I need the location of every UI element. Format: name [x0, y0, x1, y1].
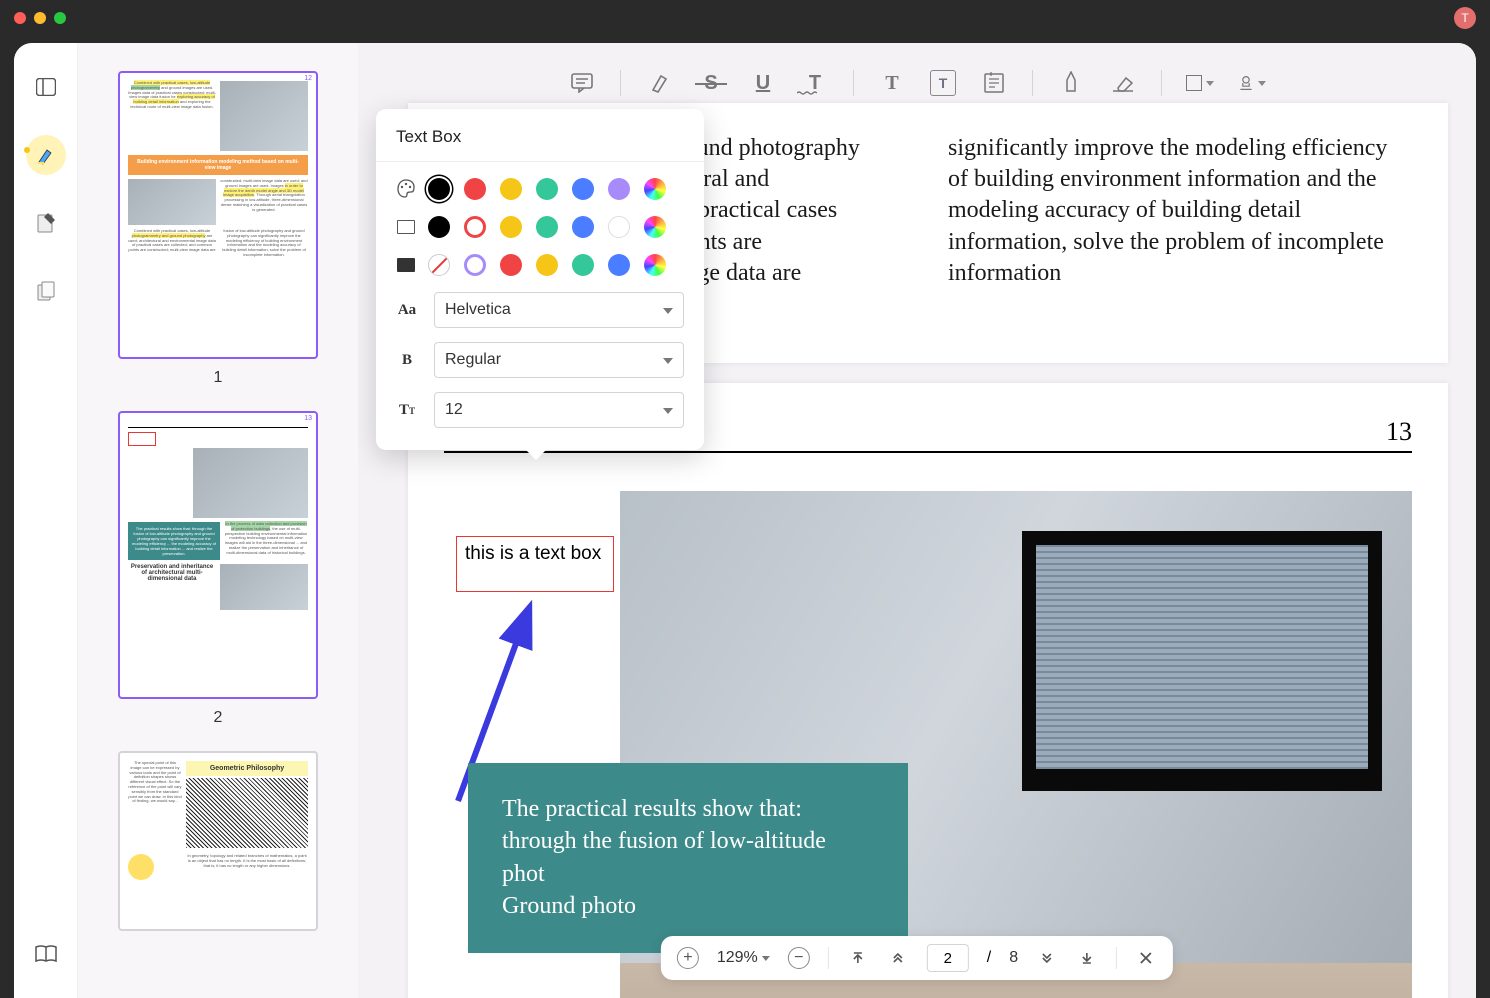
- user-avatar[interactable]: T: [1454, 7, 1476, 29]
- text-box-annotation[interactable]: this is a text box: [456, 536, 614, 592]
- color-swatch-red[interactable]: [464, 178, 486, 200]
- highlight-tool-icon[interactable]: [645, 69, 673, 97]
- color-swatch-yellow[interactable]: [500, 178, 522, 200]
- outline-swatch-white[interactable]: [608, 216, 630, 238]
- page-total: 8: [1009, 949, 1018, 967]
- outline-swatch-green[interactable]: [536, 216, 558, 238]
- font-size-icon: TT: [396, 402, 418, 419]
- prev-page-button[interactable]: [887, 947, 909, 969]
- page-separator: /: [987, 949, 991, 967]
- outline-swatch-red[interactable]: [464, 216, 486, 238]
- outline-swatch-yellow[interactable]: [500, 216, 522, 238]
- color-swatch-custom[interactable]: [644, 178, 666, 200]
- fullscreen-window-button[interactable]: [54, 12, 66, 24]
- annotation-toolbar: S U T T T: [568, 61, 1266, 105]
- thumbnail-1[interactable]: 12 Combined with practical cases, low-al…: [98, 71, 338, 387]
- strikethrough-tool-icon[interactable]: S: [697, 69, 725, 97]
- fill-icon: [396, 255, 416, 275]
- font-size-select[interactable]: 12: [434, 392, 684, 428]
- outline-swatch-blue[interactable]: [572, 216, 594, 238]
- zoom-in-button[interactable]: +: [677, 947, 699, 969]
- fill-color-row: [396, 254, 684, 276]
- fill-swatch-red[interactable]: [500, 254, 522, 276]
- macos-titlebar: T: [0, 0, 1490, 36]
- sidebar-toggle-icon[interactable]: [26, 67, 66, 107]
- squiggly-tool-icon[interactable]: T: [801, 69, 829, 97]
- font-weight-select[interactable]: Regular: [434, 342, 684, 378]
- thumbnail-2[interactable]: 13 The practical results show that: thro…: [98, 411, 338, 727]
- left-rail: [14, 43, 78, 998]
- panel-title: Text Box: [396, 127, 684, 147]
- thumbnail-3[interactable]: The special point of this image can be e…: [98, 751, 338, 931]
- page-input[interactable]: [927, 944, 969, 972]
- eraser-tool-icon[interactable]: [1109, 69, 1137, 97]
- thumb-title: Geometric Philosophy: [186, 761, 308, 776]
- fill-swatch-none[interactable]: [428, 254, 450, 276]
- outline-color-row: [396, 216, 684, 238]
- fill-swatch-purple[interactable]: [464, 254, 486, 276]
- next-page-button[interactable]: [1036, 947, 1058, 969]
- textbox-tool-icon[interactable]: T: [930, 70, 956, 96]
- thumb-number: 2: [98, 709, 338, 727]
- document-page-2: 13 this is a text box The practical resu…: [408, 383, 1448, 998]
- thumb-number: 1: [98, 369, 338, 387]
- stamp-tool-icon[interactable]: [1238, 69, 1266, 97]
- color-swatch-black[interactable]: [428, 178, 450, 200]
- outline-swatch-custom[interactable]: [644, 216, 666, 238]
- last-page-button[interactable]: [1076, 947, 1098, 969]
- zoom-level-dropdown[interactable]: 129%: [717, 949, 770, 967]
- page-rule: [444, 451, 1412, 453]
- comment-tool-icon[interactable]: [568, 69, 596, 97]
- thumbnail-sidebar[interactable]: 12 Combined with practical cases, low-al…: [78, 43, 358, 998]
- font-family-select[interactable]: Helvetica: [434, 292, 684, 328]
- font-family-icon: Aa: [396, 302, 418, 319]
- fill-swatch-blue[interactable]: [608, 254, 630, 276]
- fill-swatch-green[interactable]: [572, 254, 594, 276]
- page1-column-b: significantly improve the modeling effic…: [948, 133, 1398, 333]
- status-dot: [24, 147, 30, 153]
- shape-tool-icon[interactable]: [1186, 69, 1214, 97]
- pen-tool-icon[interactable]: [1057, 69, 1085, 97]
- minimize-window-button[interactable]: [34, 12, 46, 24]
- text-color-icon: [396, 179, 416, 199]
- fill-swatch-custom[interactable]: [644, 254, 666, 276]
- page-navigation-bar: + 129% − / 8: [661, 936, 1173, 980]
- thumb-textbox-marker: [128, 432, 156, 446]
- document-canvas[interactable]: S U T T T photogrammetry and ground phot…: [358, 43, 1476, 998]
- close-nav-button[interactable]: [1135, 947, 1157, 969]
- color-swatch-purple[interactable]: [608, 178, 630, 200]
- thumb-title: Preservation and inheritance of architec…: [128, 564, 216, 582]
- color-swatch-blue[interactable]: [572, 178, 594, 200]
- highlighter-tool-icon[interactable]: [26, 135, 66, 175]
- page-number: 13: [1386, 417, 1412, 447]
- reader-mode-icon[interactable]: [26, 934, 66, 974]
- edit-tool-icon[interactable]: [26, 203, 66, 243]
- note-tool-icon[interactable]: [980, 69, 1008, 97]
- window-controls: [14, 12, 66, 24]
- pages-tool-icon[interactable]: [26, 271, 66, 311]
- fill-swatch-yellow[interactable]: [536, 254, 558, 276]
- thumb-page-number: 12: [304, 75, 312, 82]
- app-window: 12 Combined with practical cases, low-al…: [14, 43, 1476, 998]
- zoom-out-button[interactable]: −: [788, 947, 810, 969]
- outline-icon: [396, 217, 416, 237]
- textbox-properties-panel: Text Box: [376, 109, 704, 450]
- pull-quote: The practical results show that: through…: [468, 763, 908, 953]
- close-window-button[interactable]: [14, 12, 26, 24]
- thumb-page-number: 13: [304, 415, 312, 422]
- font-weight-icon: B: [396, 352, 418, 369]
- color-swatch-green[interactable]: [536, 178, 558, 200]
- underline-tool-icon[interactable]: U: [749, 69, 777, 97]
- thumb-title: Building environment information modelin…: [128, 155, 308, 175]
- text-color-row: [396, 178, 684, 200]
- text-tool-icon[interactable]: T: [878, 69, 906, 97]
- outline-swatch-black[interactable]: [428, 216, 450, 238]
- first-page-button[interactable]: [847, 947, 869, 969]
